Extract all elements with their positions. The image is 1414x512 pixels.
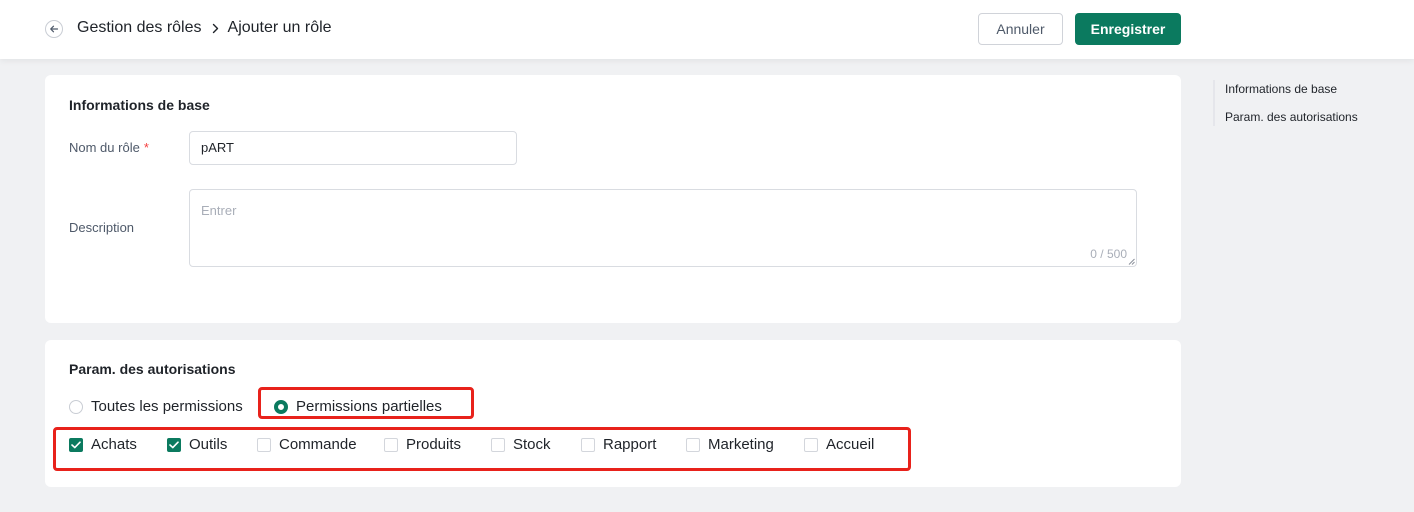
basic-info-title: Informations de base bbox=[69, 97, 210, 113]
permissions-title: Param. des autorisations bbox=[69, 361, 236, 377]
chevron-right-icon bbox=[211, 23, 220, 34]
back-arrow-icon[interactable] bbox=[45, 20, 63, 38]
breadcrumb: Gestion des rôles Ajouter un rôle bbox=[77, 19, 332, 37]
page-header: Gestion des rôles Ajouter un rôle Annule… bbox=[0, 0, 1414, 59]
breadcrumb-parent[interactable]: Gestion des rôles bbox=[77, 19, 202, 37]
description-placeholder: Entrer bbox=[201, 203, 237, 218]
radio-all-permissions[interactable]: Toutes les permissions bbox=[69, 398, 243, 415]
highlight-box-modules bbox=[53, 427, 911, 471]
resize-handle-icon[interactable] bbox=[1128, 258, 1135, 265]
save-button[interactable]: Enregistrer bbox=[1075, 13, 1181, 45]
description-counter: 0 / 500 bbox=[1090, 247, 1127, 261]
basic-info-card: Informations de base Nom du rôle * pART D… bbox=[45, 75, 1181, 323]
description-label: Description bbox=[69, 220, 135, 235]
cancel-button[interactable]: Annuler bbox=[978, 13, 1063, 45]
radio-all-indicator bbox=[69, 399, 83, 414]
role-name-input[interactable]: pART bbox=[189, 131, 517, 165]
anchor-item-permissions[interactable]: Param. des autorisations bbox=[1225, 110, 1358, 124]
description-textarea[interactable]: Entrer 0 / 500 bbox=[189, 189, 1137, 267]
breadcrumb-current: Ajouter un rôle bbox=[227, 19, 332, 36]
required-mark: * bbox=[143, 140, 149, 155]
highlight-box-partial bbox=[258, 387, 474, 419]
anchor-item-basic-info[interactable]: Informations de base bbox=[1225, 82, 1337, 96]
anchor-nav: Informations de base Param. des autorisa… bbox=[1213, 80, 1405, 126]
role-name-label-text: Nom du rôle bbox=[69, 140, 140, 155]
role-name-label: Nom du rôle * bbox=[69, 140, 149, 155]
radio-all-label: Toutes les permissions bbox=[91, 398, 243, 415]
